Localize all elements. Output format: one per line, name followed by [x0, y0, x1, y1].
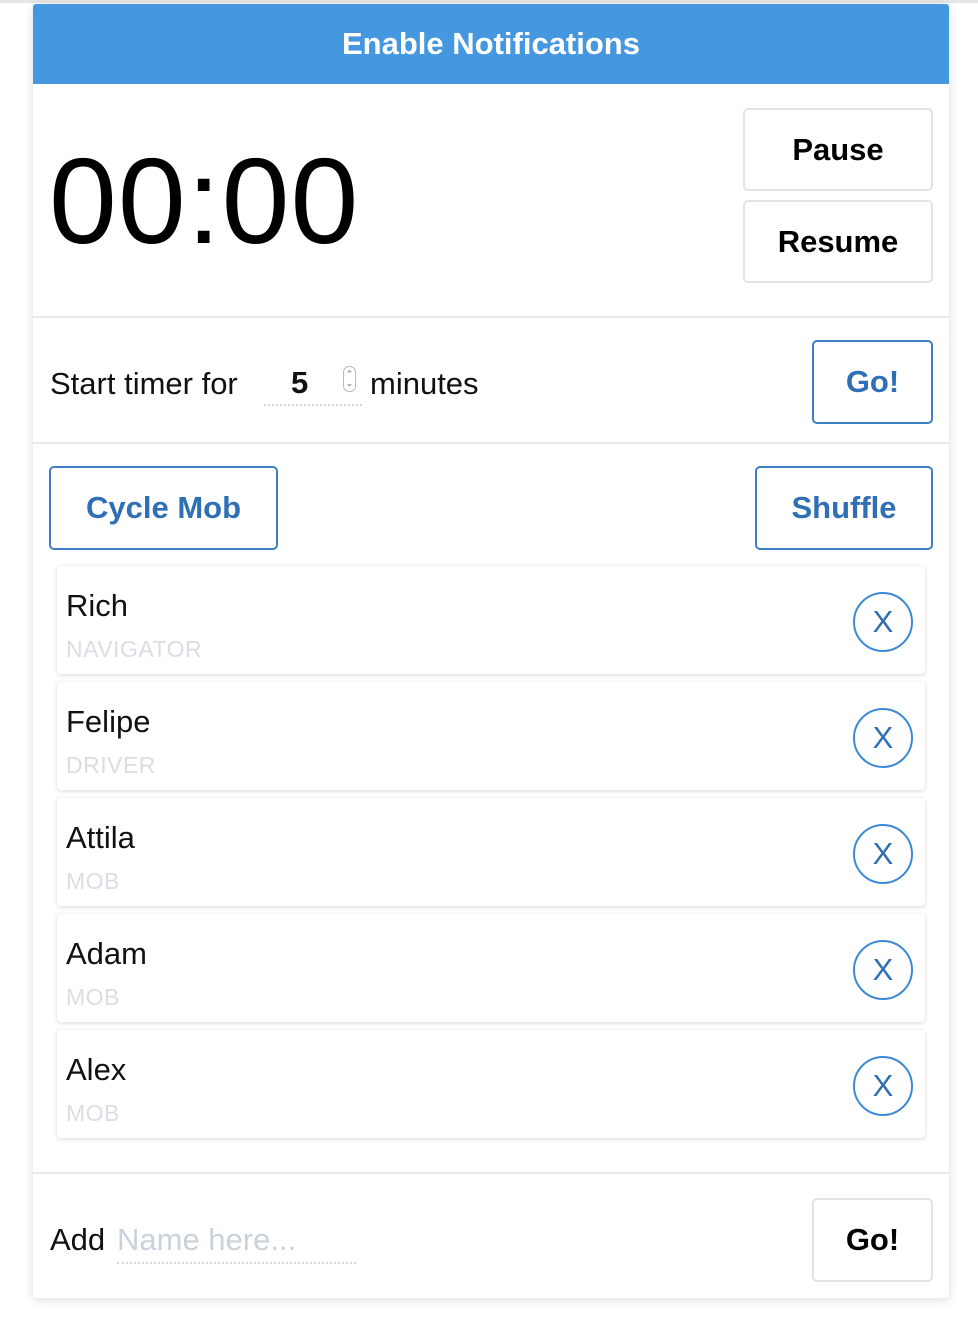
member-name: Alex	[66, 1052, 127, 1087]
member-role: MOB	[66, 984, 120, 1010]
member-name: Rich	[66, 588, 129, 623]
member-role: MOB	[66, 1100, 120, 1126]
resume-button[interactable]: Resume	[743, 200, 933, 283]
member-card: Attila MOB X	[57, 798, 925, 906]
add-member-name-input[interactable]	[117, 1218, 356, 1264]
member-name: Adam	[66, 936, 147, 971]
member-card: Felipe DRIVER X	[57, 682, 925, 790]
minutes-unit-label: minutes	[370, 366, 479, 401]
member-name: Attila	[66, 820, 135, 855]
member-card: Alex MOB X	[57, 1030, 925, 1138]
pause-button[interactable]: Pause	[743, 108, 933, 191]
member-role: MOB	[66, 868, 120, 894]
timer-section: 00:00 Pause Resume	[33, 84, 949, 318]
enable-notifications-button[interactable]: Enable Notifications	[33, 4, 949, 84]
start-timer-go-button[interactable]: Go!	[812, 340, 933, 424]
minutes-stepper[interactable]: ⌃ ⌄	[343, 366, 356, 392]
member-name: Felipe	[66, 704, 151, 739]
page-top-border	[0, 0, 978, 3]
remove-member-button[interactable]: X	[853, 708, 913, 768]
member-role: DRIVER	[66, 752, 156, 778]
remove-member-button[interactable]: X	[853, 592, 913, 652]
remove-member-button[interactable]: X	[853, 1056, 913, 1116]
remove-member-button[interactable]: X	[853, 824, 913, 884]
mob-section: Cycle Mob Shuffle Rich NAVIGATOR X Felip…	[33, 444, 949, 1174]
minutes-number-input[interactable]: 5 ⌃ ⌄	[264, 362, 362, 406]
member-card: Adam MOB X	[57, 914, 925, 1022]
add-member-section: Add Go!	[33, 1174, 949, 1298]
minutes-value[interactable]: 5	[291, 365, 308, 401]
stepper-down-icon[interactable]: ⌄	[346, 379, 354, 388]
cycle-mob-button[interactable]: Cycle Mob	[49, 466, 278, 550]
member-role: NAVIGATOR	[66, 636, 203, 662]
add-member-label: Add	[50, 1222, 106, 1257]
add-member-go-button[interactable]: Go!	[812, 1198, 933, 1282]
remove-member-button[interactable]: X	[853, 940, 913, 1000]
member-card: Rich NAVIGATOR X	[57, 566, 925, 674]
mob-timer-panel: Enable Notifications 00:00 Pause Resume …	[33, 4, 949, 1298]
start-timer-label: Start timer for	[50, 366, 238, 401]
shuffle-button[interactable]: Shuffle	[755, 466, 933, 550]
start-timer-section: Start timer for 5 ⌃ ⌄ minutes Go!	[33, 318, 949, 444]
member-list: Rich NAVIGATOR X Felipe DRIVER X Attila …	[57, 566, 925, 1146]
timer-display: 00:00	[49, 133, 360, 269]
